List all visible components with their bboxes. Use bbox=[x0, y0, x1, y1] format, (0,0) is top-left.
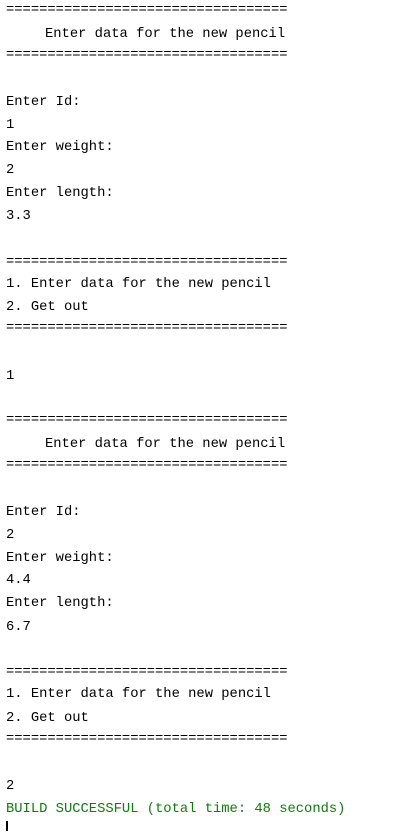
separator-line: ================================== bbox=[6, 458, 288, 473]
prompt-weight: Enter weight: bbox=[6, 551, 114, 566]
text-cursor bbox=[6, 821, 8, 831]
separator-line: ================================== bbox=[6, 255, 288, 270]
menu-title: Enter data for the new pencil bbox=[45, 27, 286, 42]
prompt-length: Enter length: bbox=[6, 596, 114, 611]
separator-line: ================================== bbox=[6, 732, 288, 747]
input-weight-value: 4.4 bbox=[6, 573, 31, 588]
input-length-value: 6.7 bbox=[6, 620, 31, 635]
prompt-weight: Enter weight: bbox=[6, 140, 114, 155]
menu-option-1: 1. Enter data for the new pencil bbox=[6, 687, 271, 702]
menu-choice-value: 1 bbox=[6, 369, 15, 384]
separator-line: ================================== bbox=[6, 665, 288, 680]
separator-line: ================================== bbox=[6, 413, 288, 428]
input-length-value: 3.3 bbox=[6, 209, 31, 224]
output-console[interactable]: ================================== Enter… bbox=[0, 0, 402, 832]
input-id-value: 2 bbox=[6, 528, 15, 543]
input-weight-value: 2 bbox=[6, 163, 15, 178]
separator-line: ================================== bbox=[6, 48, 288, 63]
menu-option-1: 1. Enter data for the new pencil bbox=[6, 277, 271, 292]
menu-title: Enter data for the new pencil bbox=[45, 437, 286, 452]
separator-line: ================================== bbox=[6, 321, 288, 336]
separator-line: ================================== bbox=[6, 3, 288, 18]
prompt-length: Enter length: bbox=[6, 186, 114, 201]
build-status: BUILD SUCCESSFUL (total time: 48 seconds… bbox=[6, 802, 346, 817]
menu-choice-value: 2 bbox=[6, 779, 15, 794]
menu-option-2: 2. Get out bbox=[6, 300, 89, 315]
prompt-id: Enter Id: bbox=[6, 95, 81, 110]
input-id-value: 1 bbox=[6, 118, 15, 133]
menu-option-2: 2. Get out bbox=[6, 711, 89, 726]
prompt-id: Enter Id: bbox=[6, 505, 81, 520]
